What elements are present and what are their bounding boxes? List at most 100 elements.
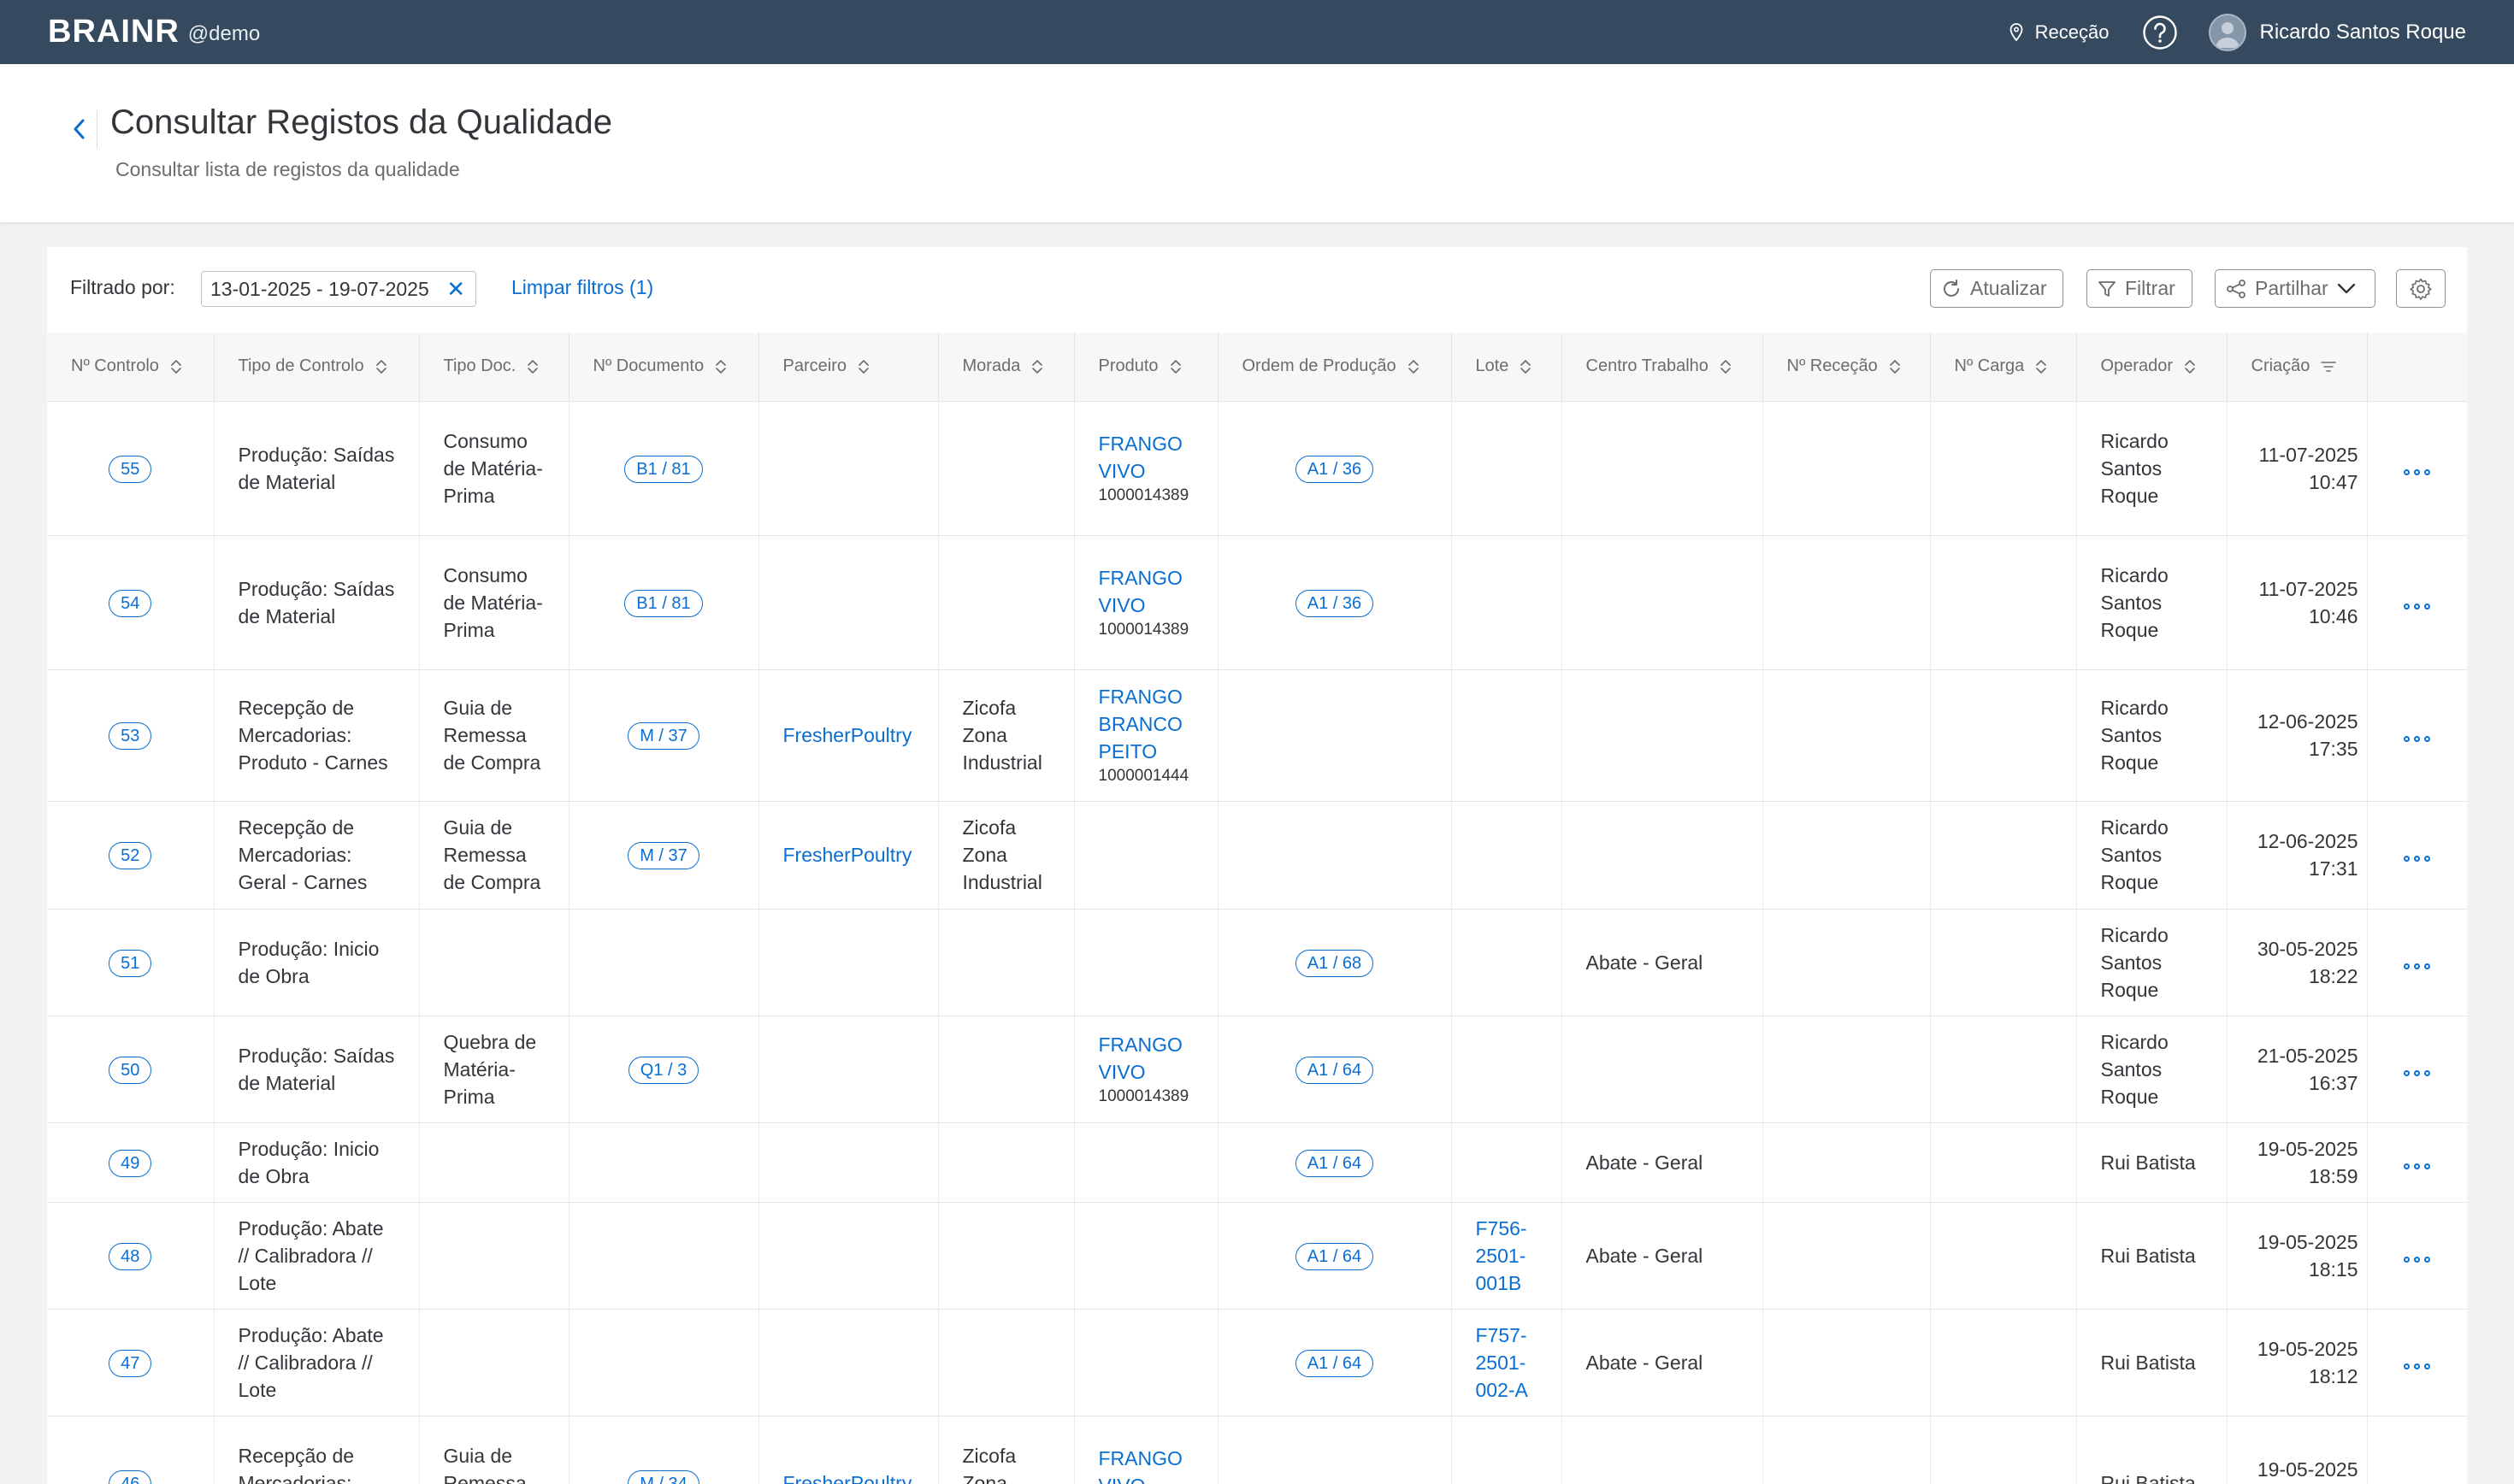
more-actions-icon[interactable] <box>2404 468 2431 475</box>
column-header[interactable]: Lote <box>1451 333 1562 402</box>
product-link[interactable]: FRANGO BRANCO PEITO <box>1099 686 1183 763</box>
column-header[interactable]: Nº Documento <box>569 333 759 402</box>
sort-icon[interactable] <box>857 358 870 375</box>
sort-icon[interactable] <box>1719 358 1732 375</box>
table-cell <box>1762 1122 1931 1203</box>
table-row[interactable]: 49 Produção: Inicio de Obra A1 / 64 Abate -… <box>47 1122 2467 1203</box>
table-row[interactable]: 48 Produção: Abate // Calibradora // Lote… <box>47 1202 2467 1310</box>
table-row[interactable]: 47 Produção: Abate // Calibradora // Lote… <box>47 1309 2467 1416</box>
filter-button[interactable]: Filtrar <box>2086 269 2192 308</box>
table-cell <box>569 1122 759 1203</box>
table-row[interactable]: 46 Recepção de Mercadorias: Produto - Car… <box>47 1416 2467 1484</box>
more-actions-icon[interactable] <box>2404 963 2431 969</box>
document-number-badge[interactable]: M / 37 <box>628 842 699 869</box>
production-order-badge[interactable]: A1 / 36 <box>1295 589 1374 617</box>
control-number-badge[interactable]: 52 <box>109 842 152 869</box>
sort-icon[interactable] <box>526 358 540 375</box>
sort-icon[interactable] <box>375 358 388 375</box>
close-icon[interactable]: ✕ <box>446 276 465 303</box>
partner-link[interactable]: FresherPoultry <box>783 724 912 746</box>
refresh-button[interactable]: Atualizar <box>1930 269 2063 308</box>
date-filter-chip[interactable]: 13-01-2025 - 19-07-2025 ✕ <box>201 271 476 307</box>
control-number-badge[interactable]: 48 <box>109 1242 152 1270</box>
table-cell <box>1074 909 1219 1016</box>
table-cell <box>938 1202 1075 1310</box>
sort-icon[interactable] <box>169 358 183 375</box>
column-header[interactable]: Centro Trabalho <box>1561 333 1763 402</box>
document-number-badge[interactable]: Q1 / 3 <box>628 1056 699 1084</box>
table-settings-button[interactable] <box>2396 269 2446 308</box>
address: Zicofa Zona Industrial <box>962 1444 1017 1484</box>
table-cell <box>1218 1416 1452 1484</box>
production-order-badge[interactable]: A1 / 64 <box>1295 1349 1374 1377</box>
more-actions-icon[interactable] <box>2404 1069 2431 1076</box>
partner-link[interactable]: FresherPoultry <box>783 844 912 866</box>
product-link[interactable]: FRANGO VIVO <box>1099 433 1183 482</box>
sort-icon[interactable] <box>2183 358 2197 375</box>
product-link[interactable]: FRANGO VIVO <box>1099 567 1183 616</box>
control-number-badge[interactable]: 51 <box>109 949 152 977</box>
document-number-badge[interactable]: B1 / 81 <box>624 589 703 617</box>
product-link[interactable]: FRANGO VIVO <box>1099 1447 1183 1484</box>
app-logo[interactable]: BRAINR <box>48 14 180 50</box>
column-header[interactable]: Nº Receção <box>1762 333 1931 402</box>
production-order-badge[interactable]: A1 / 64 <box>1295 1242 1374 1270</box>
production-order-badge[interactable]: A1 / 64 <box>1295 1056 1374 1084</box>
table-row[interactable]: 52 Recepção de Mercadorias: Geral - Carne… <box>47 801 2467 910</box>
lot-link[interactable]: F757-2501-002-A <box>1476 1324 1528 1401</box>
document-number-badge[interactable]: M / 37 <box>628 722 699 750</box>
location-selector[interactable]: Receção <box>2009 21 2110 44</box>
partner-link[interactable]: FresherPoultry <box>783 1472 912 1484</box>
more-actions-icon[interactable] <box>2404 736 2431 742</box>
more-actions-icon[interactable] <box>2404 1256 2431 1263</box>
column-header[interactable]: Criação <box>2227 333 2368 402</box>
table-row[interactable]: 50 Produção: Saídas de Material Quebra de … <box>47 1016 2467 1123</box>
document-number-badge[interactable]: M / 34 <box>628 1469 699 1484</box>
control-number-badge[interactable]: 55 <box>109 455 152 483</box>
control-number-badge[interactable]: 53 <box>109 722 152 750</box>
sort-icon[interactable] <box>1169 358 1183 375</box>
control-number-badge[interactable]: 49 <box>109 1149 152 1177</box>
more-actions-icon[interactable] <box>2404 1363 2431 1369</box>
table-row[interactable]: 54 Produção: Saídas de Material Consumo de… <box>47 535 2467 670</box>
control-number-badge[interactable]: 46 <box>109 1469 152 1484</box>
sort-icon[interactable] <box>2034 358 2048 375</box>
more-actions-icon[interactable] <box>2404 1163 2431 1169</box>
production-order-badge[interactable]: A1 / 68 <box>1295 949 1374 977</box>
more-actions-icon[interactable] <box>2404 603 2431 610</box>
help-button[interactable] <box>2142 15 2178 50</box>
share-button[interactable]: Partilhar <box>2215 269 2375 308</box>
table-row[interactable]: 53 Recepção de Mercadorias: Produto - Car… <box>47 669 2467 802</box>
table-row[interactable]: 51 Produção: Inicio de Obra A1 / 68 Abate -… <box>47 909 2467 1016</box>
sort-icon[interactable] <box>1407 358 1420 375</box>
production-order-badge[interactable]: A1 / 36 <box>1295 455 1374 483</box>
column-header[interactable]: Ordem de Produção <box>1218 333 1452 402</box>
sort-icon[interactable] <box>714 358 728 375</box>
sort-icon[interactable] <box>1888 358 1902 375</box>
control-number-badge[interactable]: 50 <box>109 1056 152 1084</box>
table-row[interactable]: 55 Produção: Saídas de Material Consumo de… <box>47 401 2467 536</box>
column-header[interactable]: Parceiro <box>758 333 939 402</box>
back-button[interactable] <box>60 110 97 148</box>
clear-filters-link[interactable]: Limpar filtros (1) <box>511 276 653 299</box>
control-number-badge[interactable]: 47 <box>109 1349 152 1377</box>
column-header[interactable]: Tipo Doc. <box>419 333 569 402</box>
control-number-badge[interactable]: 54 <box>109 589 152 617</box>
column-header[interactable]: Nº Carga <box>1930 333 2077 402</box>
column-header[interactable]: Tipo de Controlo <box>214 333 420 402</box>
sort-icon[interactable] <box>1030 358 1044 375</box>
more-actions-icon[interactable] <box>2404 856 2431 862</box>
table-cell: Recepção de Mercadorias: Produto - Carne… <box>214 1416 420 1484</box>
lot-link[interactable]: F756-2501-001B <box>1476 1217 1527 1294</box>
column-header[interactable]: Operador <box>2076 333 2228 402</box>
production-order-badge[interactable]: A1 / 64 <box>1295 1149 1374 1177</box>
sorted-descending-icon[interactable] <box>2320 360 2337 374</box>
product-link[interactable]: FRANGO VIVO <box>1099 1034 1183 1083</box>
column-header[interactable]: Morada <box>938 333 1075 402</box>
user-menu[interactable]: Ricardo Santos Roque <box>2208 13 2466 51</box>
document-number-badge[interactable]: B1 / 81 <box>624 455 703 483</box>
column-header[interactable]: Nº Controlo <box>47 333 215 402</box>
column-header[interactable]: Produto <box>1074 333 1219 402</box>
work-center: Abate - Geral <box>1585 1151 1703 1174</box>
sort-icon[interactable] <box>1519 358 1532 375</box>
